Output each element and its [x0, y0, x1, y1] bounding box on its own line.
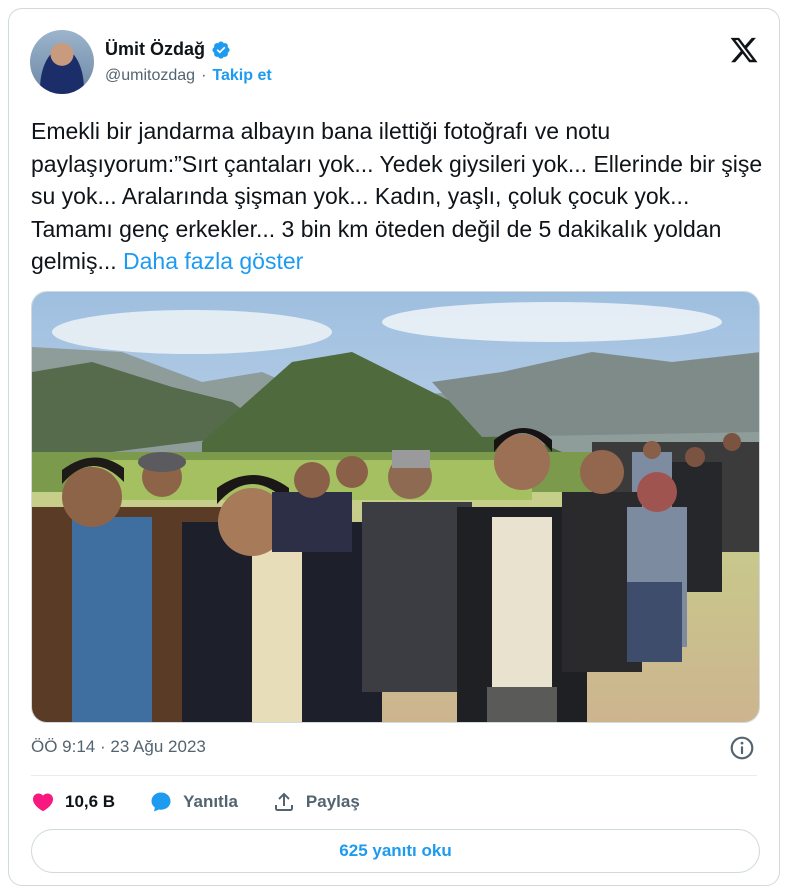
reply-button[interactable]: Yanıtla	[149, 790, 238, 814]
tweet-photo[interactable]	[31, 291, 760, 723]
x-logo-icon[interactable]	[729, 35, 759, 65]
like-count: 10,6 B	[65, 792, 116, 811]
heart-icon	[32, 793, 54, 812]
handle-row: @umitozdag · Takip et	[105, 67, 272, 85]
share-label: Paylaş	[305, 792, 360, 811]
timestamp[interactable]: ÖÖ 9:14 · 23 Ağu 2023	[31, 737, 206, 757]
verified-badge-icon	[212, 40, 230, 59]
share-icon	[274, 792, 293, 811]
read-replies-button[interactable]: 625 yanıtı oku	[31, 829, 760, 873]
actions-bar: 10,6 B Yanıtla Paylaş	[31, 790, 394, 814]
reply-label: Yanıtla	[183, 792, 238, 811]
tweet-text: Emekli bir jandarma albayın bana ilettiğ…	[31, 115, 766, 278]
divider	[31, 775, 757, 776]
tweet-card: Ümit Özdağ @umitozdag · Takip et Emekli …	[8, 8, 780, 886]
author-name[interactable]: Ümit Özdağ	[105, 39, 205, 60]
author-handle[interactable]: @umitozdag	[105, 67, 195, 85]
like-button[interactable]: 10,6 B	[31, 790, 115, 814]
author-name-row: Ümit Özdağ	[105, 39, 231, 60]
follow-button[interactable]: Takip et	[212, 67, 271, 85]
show-more-link[interactable]: Daha fazla göster	[123, 248, 303, 274]
share-button[interactable]: Paylaş	[272, 790, 360, 814]
info-icon[interactable]	[729, 735, 755, 761]
reply-bubble-icon	[151, 792, 171, 812]
avatar[interactable]	[30, 30, 94, 94]
separator-dot: ·	[201, 67, 207, 84]
photo-image	[32, 292, 759, 722]
